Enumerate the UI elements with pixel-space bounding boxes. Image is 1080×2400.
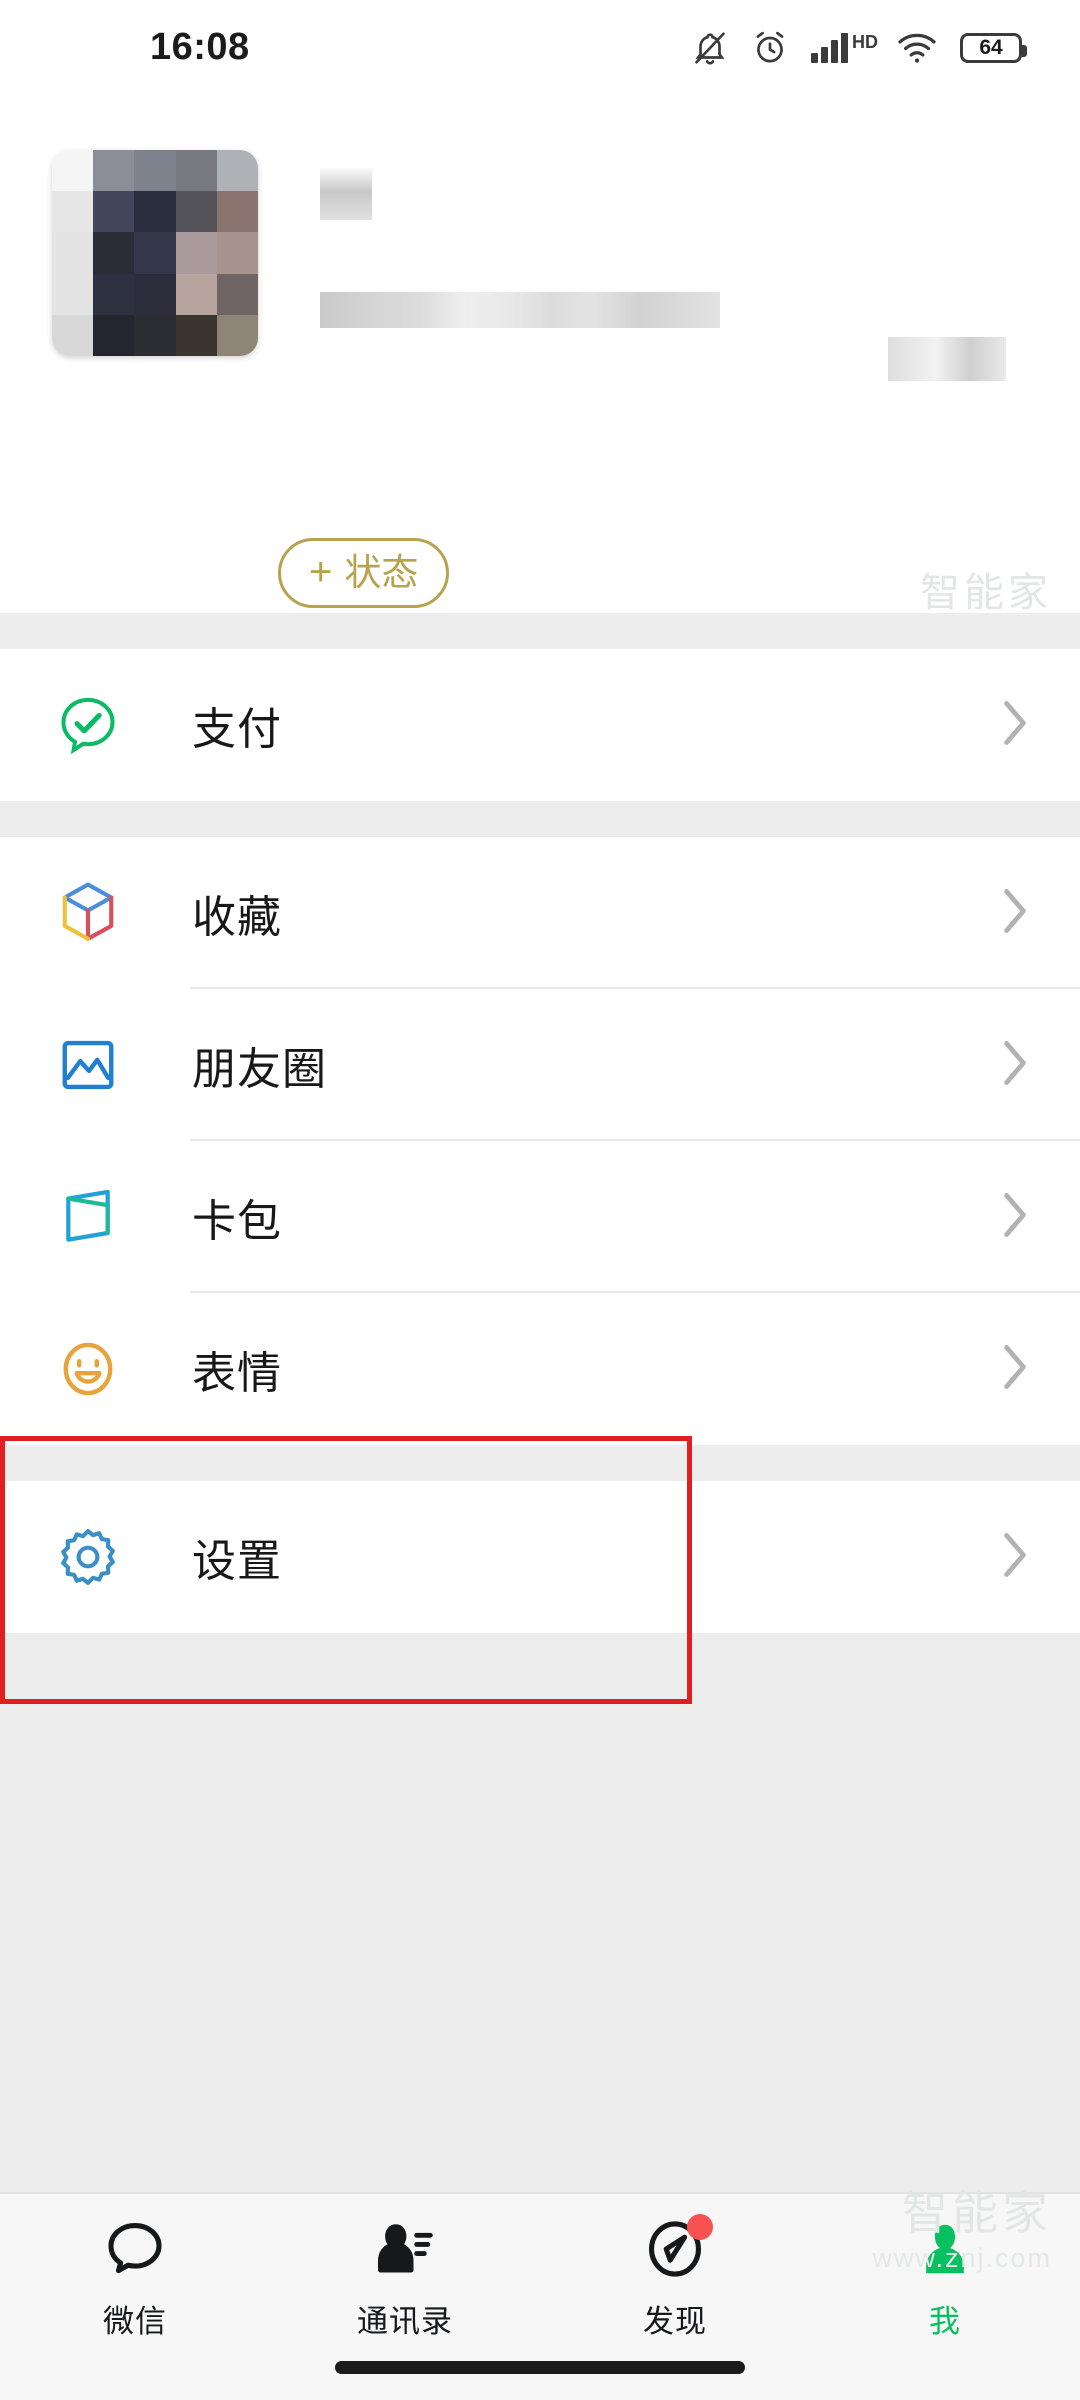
bell-mute-icon (691, 28, 729, 68)
menu-item-label: 表情 (192, 1349, 282, 1398)
status-bar-icons: HD 64 (691, 28, 1027, 68)
alarm-clock-icon (751, 28, 789, 68)
home-indicator[interactable] (335, 2361, 745, 2374)
tab-label: 发现 (643, 2304, 707, 2339)
hd-signal-icon: HD (811, 32, 878, 63)
discover-compass-icon (643, 2214, 713, 2282)
status-button[interactable]: + 状态 (278, 538, 450, 608)
menu-item-settings[interactable]: 设置 (0, 1481, 1080, 1633)
profile-qr-redacted[interactable] (888, 337, 1006, 381)
status-bar: 16:08 HD 64 (0, 0, 1080, 95)
discover-badge-dot (687, 2214, 713, 2240)
hd-label: HD (852, 31, 878, 52)
settings-gear-icon (52, 1521, 124, 1593)
section-gap (0, 613, 1080, 649)
menu-item-label: 收藏 (192, 893, 282, 942)
section-gap (0, 1445, 1080, 1481)
status-button-label: 状态 (344, 551, 419, 593)
signal-bars (811, 32, 848, 63)
section-gap (0, 801, 1080, 837)
menu-item-label: 朋友圈 (192, 1045, 327, 1094)
menu-item-label: 卡包 (192, 1197, 282, 1246)
watermark-top: 智能家 (920, 572, 1052, 614)
chevron-right-icon (998, 695, 1032, 756)
battery-level: 64 (979, 36, 1003, 59)
chevron-right-icon (998, 1187, 1032, 1248)
favorites-cube-icon (52, 877, 124, 949)
menu-item-stickers[interactable]: 表情 (0, 1293, 1080, 1445)
profile-row[interactable] (0, 95, 1080, 356)
watermark-url: www.znj.com (872, 2242, 1052, 2273)
battery-icon: 64 (960, 32, 1027, 63)
chevron-right-icon (998, 883, 1032, 944)
tab-label: 通讯录 (357, 2304, 453, 2339)
profile-name-redacted (320, 168, 372, 220)
profile-identity (320, 150, 1080, 356)
profile-wechat-id-redacted (320, 292, 720, 328)
tab-wechat[interactable]: 微信 (0, 2216, 270, 2341)
menu-item-label: 设置 (192, 1537, 282, 1586)
chevron-right-icon (998, 1339, 1032, 1400)
avatar[interactable] (52, 150, 258, 356)
contacts-icon (372, 2216, 438, 2282)
menu-item-cards[interactable]: 卡包 (0, 1141, 1080, 1293)
tab-label: 微信 (103, 2304, 167, 2339)
menu-item-moments[interactable]: 朋友圈 (0, 989, 1080, 1141)
tab-contacts[interactable]: 通讯录 (270, 2216, 540, 2341)
wechat-pay-icon (52, 689, 124, 761)
status-bar-clock: 16:08 (150, 26, 250, 68)
moments-photo-icon (52, 1029, 124, 1101)
services-group: 收藏 朋友圈 卡包 表情 (0, 837, 1080, 1445)
watermark-brand: 智能家 (920, 571, 1052, 615)
chat-bubble-icon (103, 2216, 167, 2282)
profile-header[interactable]: + 状态 (0, 95, 1080, 613)
pay-group: 支付 (0, 649, 1080, 801)
settings-group: 设置 (0, 1481, 1080, 1633)
tab-discover[interactable]: 发现 (540, 2214, 810, 2341)
tab-label: 我 (929, 2304, 961, 2339)
cards-wallet-icon (52, 1181, 124, 1253)
wifi-icon (896, 31, 938, 65)
menu-item-pay[interactable]: 支付 (0, 649, 1080, 801)
menu-item-favorites[interactable]: 收藏 (0, 837, 1080, 989)
stickers-smiley-icon (52, 1333, 124, 1405)
watermark-brand: 智能家 (902, 2187, 1052, 2240)
plus-icon: + (309, 550, 333, 594)
chevron-right-icon (998, 1035, 1032, 1096)
menu-item-label: 支付 (192, 705, 282, 754)
chevron-right-icon (998, 1527, 1032, 1588)
watermark-bottom: 智能家 www.znj.com (872, 2189, 1052, 2272)
